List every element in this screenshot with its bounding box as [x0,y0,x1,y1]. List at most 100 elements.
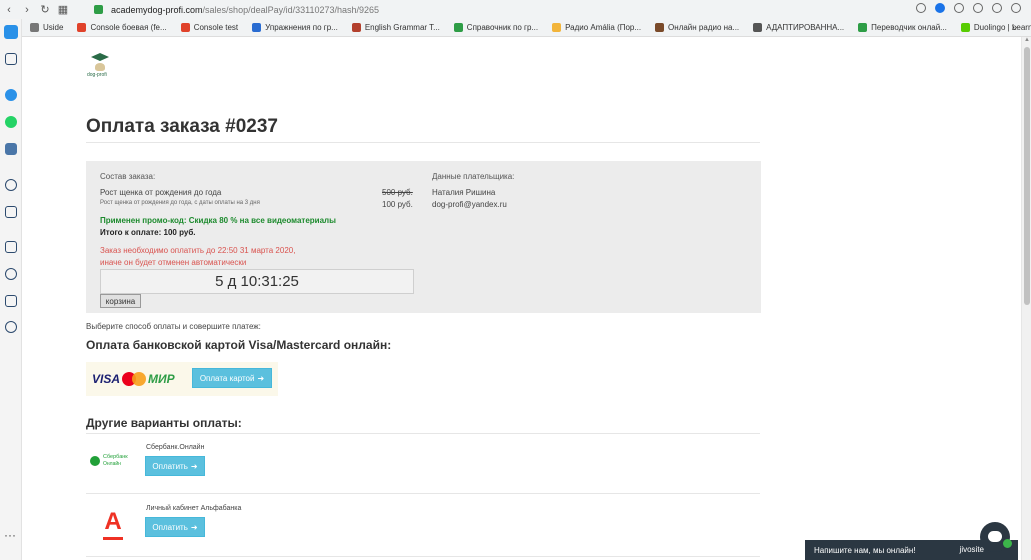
bookmark[interactable]: Радио Amália (Пор... [552,23,641,32]
vk-icon[interactable] [5,143,17,155]
bookmark-icon [552,23,562,32]
bookmarks-bar: Uside Console боевая (fe... Console test… [22,19,1031,37]
graduation-cap-icon [91,53,109,61]
old-price: 500 руб. [382,188,413,197]
sberbank-logo-subtext: Онлайн [103,461,121,467]
payment-method-name: Сбербанк.Онлайн [146,444,205,451]
divider [86,433,760,434]
messenger-icon[interactable] [5,89,17,101]
scroll-up-icon[interactable]: ▲ [1024,37,1030,43]
item-description: Рост щенка от рождения до года, с даты о… [100,200,260,206]
home-icon[interactable] [4,25,18,39]
grid-icon[interactable]: ▦ [54,3,72,16]
folder-icon [30,23,39,32]
whatsapp-icon[interactable] [5,116,17,128]
pay-by-card-label: Оплата картой [199,373,255,383]
arrow-right-icon: ➜ [190,461,198,471]
bookmark-icon [180,23,190,32]
pay-sberbank-button[interactable]: Оплатить ➜ [145,456,205,476]
notes-icon[interactable] [5,295,17,307]
site-logo[interactable]: dog-profi [87,50,113,80]
pay-sberbank-label: Оплатить [152,461,188,471]
promo-code-note: Применен промо-код: Скидка 80 % на все в… [100,216,336,225]
bookmark[interactable]: Переводчик онлай... [858,23,947,32]
order-summary: Состав заказа: Рост щенка от рождения до… [86,161,761,313]
cart-button[interactable]: корзина [100,294,141,308]
bookmark[interactable]: Console боевая (fe... [77,23,167,32]
grid-icon[interactable] [5,241,17,253]
chat-bubble-icon[interactable] [980,522,1012,552]
bookmark[interactable]: English Grammar T... [351,23,440,32]
search-icon[interactable] [5,179,17,191]
bookmark[interactable]: Онлайн радио на... [655,23,739,32]
composition-label: Состав заказа: [100,172,156,181]
pay-alfabank-button[interactable]: Оплатить ➜ [145,517,205,537]
chat-prompt: Напишите нам, мы онлайн! [814,545,916,555]
heart-icon[interactable] [5,268,17,280]
payer-label: Данные плательщика: [432,172,515,181]
bookmark[interactable]: Упражнения по гр... [252,23,338,32]
url-host: academydog-profi.com [111,4,203,15]
bookmark-icon [753,23,763,32]
sberbank-logo-icon [90,456,100,466]
toolbar-icons [916,3,1021,13]
bookmark-icon [858,23,868,32]
url-path: /sales/shop/dealPay/id/33110273/hash/926… [202,4,380,15]
bookmark-icon [77,23,87,32]
sberbank-logo-text: Сбербанк [103,454,128,460]
online-badge [1003,539,1012,548]
camera-icon[interactable] [916,3,926,13]
alfabank-logo-letter: А [104,508,122,535]
page-title: Оплата заказа #0237 [86,116,278,137]
more-icon[interactable]: ··· [4,528,16,542]
bookmark[interactable]: Uside [30,23,63,32]
reload-icon[interactable]: ↻ [36,3,54,16]
download-icon[interactable] [992,3,1002,13]
bookmark-icon [351,23,361,32]
scrollbar[interactable]: ▲ [1021,37,1031,560]
back-icon[interactable]: ‹ [0,4,18,16]
bookmark[interactable]: Duolingo | Learn Po... [960,23,1031,32]
send-icon[interactable] [954,3,964,13]
card-payment-box: VISA МИР Оплата картой ➜ [86,362,278,396]
bookmark-icon [453,23,463,32]
address-bar[interactable]: academydog-profi.com /sales/shop/dealPay… [94,5,379,15]
bookmark-icon [960,23,970,32]
heart-icon[interactable] [973,3,983,13]
divider [86,556,760,557]
arrow-right-icon: ➜ [257,373,265,383]
lock-icon [94,5,103,14]
side-panel: ··· [0,19,22,560]
clock-icon[interactable] [5,321,17,333]
bookmark-icon [252,23,262,32]
send-icon[interactable] [5,206,17,218]
bookmark[interactable]: Справочник по гр... [453,23,538,32]
forward-icon[interactable]: › [18,4,36,16]
arrow-right-icon: ➜ [190,522,198,532]
item-name: Рост щенка от рождения до года [100,188,222,197]
shield-icon[interactable] [935,3,945,13]
more-bookmarks-icon[interactable]: » [1011,22,1017,33]
payer-email: dog-profi@yandex.ru [432,200,507,209]
chat-brand: jivosite [959,545,984,554]
bookmark[interactable]: Console test [180,23,238,32]
new-price: 100 руб. [382,200,413,209]
bookmark[interactable]: АДАПТИРОВАННА... [753,23,844,32]
countdown-timer: 5 д 10:31:25 [100,269,414,294]
menu-icon[interactable] [1011,3,1021,13]
deadline-warning: Заказ необходимо оплатить до 22:50 31 ма… [100,246,296,255]
star-icon[interactable] [5,53,17,65]
pay-by-card-button[interactable]: Оплата картой ➜ [192,368,272,388]
choose-payment-text: Выберите способ оплаты и совершите плате… [86,322,261,331]
sberbank-logo: Сбербанк Онлайн [90,454,136,468]
payer-name: Наталия Ришина [432,188,496,197]
divider [86,493,760,494]
payment-method-name: Личный кабинет Альфабанка [146,505,242,512]
alfabank-logo: А [102,510,124,540]
total-amount: Итого к оплате: 100 руб. [100,228,196,237]
mir-logo: МИР [148,372,175,386]
bookmark-icon [655,23,665,32]
dog-icon [95,63,105,71]
scrollbar-thumb[interactable] [1024,47,1030,305]
browser-toolbar: ‹ › ↻ ▦ academydog-profi.com /sales/shop… [0,0,1031,19]
